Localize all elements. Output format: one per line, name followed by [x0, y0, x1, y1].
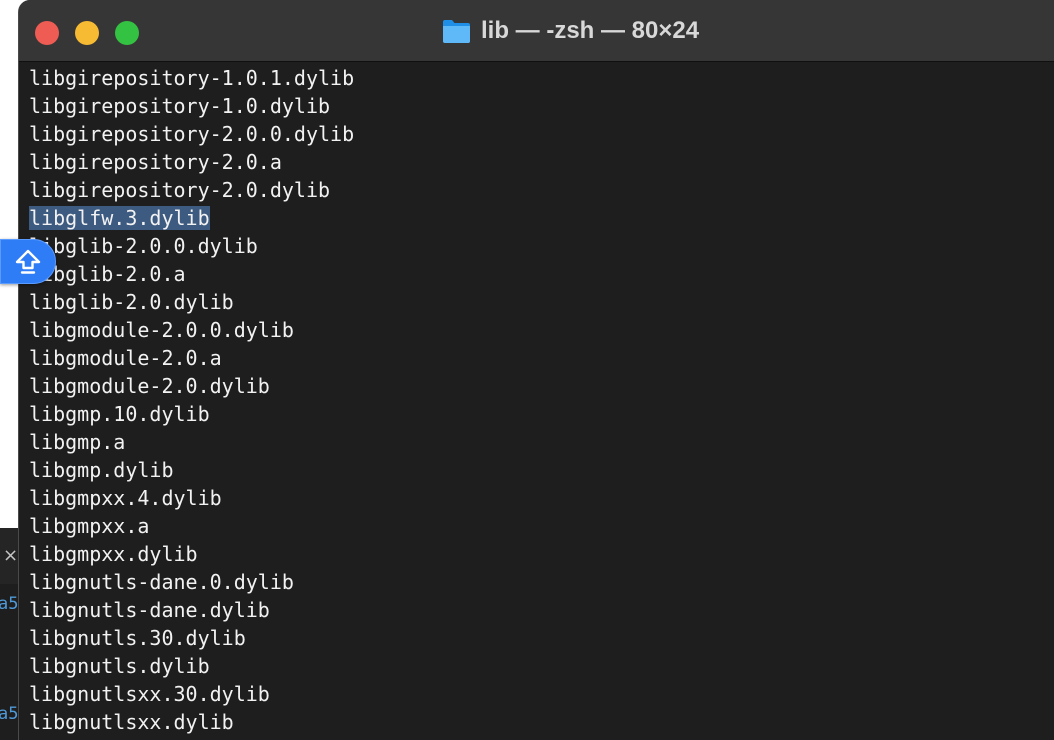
- terminal-line: libgmodule-2.0.0.dylib: [29, 316, 1054, 344]
- terminal-line: libgmpxx.a: [29, 512, 1054, 540]
- terminal-line: libgnutls.30.dylib: [29, 624, 1054, 652]
- upload-arrow-icon: [14, 249, 42, 275]
- floating-upload-button[interactable]: [0, 239, 56, 284]
- terminal-line: libgirepository-2.0.0.dylib: [29, 120, 1054, 148]
- terminal-line: libgnutlsxx.dylib: [29, 708, 1054, 736]
- terminal-line-text: libgnutls.dylib: [29, 654, 210, 678]
- terminal-line-text: libgnutls-dane.0.dylib: [29, 570, 294, 594]
- terminal-line: libgirepository-2.0.dylib: [29, 176, 1054, 204]
- terminal-line-text: libglfw.3.dylib: [29, 206, 210, 230]
- terminal-line: libgirepository-2.0.a: [29, 148, 1054, 176]
- background-tab-close-icon[interactable]: ×: [3, 546, 18, 566]
- terminal-line-text: libgmp.a: [29, 430, 126, 454]
- terminal-line: libgmp.dylib: [29, 456, 1054, 484]
- window-title: lib — -zsh — 80×24: [481, 17, 700, 44]
- terminal-line-text: libglib-2.0.dylib: [29, 290, 234, 314]
- terminal-line: libgnutlsxx.30.dylib: [29, 680, 1054, 708]
- terminal-line-text: libglib-2.0.0.dylib: [29, 234, 258, 258]
- terminal-line: libgmpxx.4.dylib: [29, 484, 1054, 512]
- minimize-button[interactable]: [75, 21, 99, 45]
- terminal-line-text: libgirepository-1.0.dylib: [29, 94, 331, 118]
- desktop: × a5 a5 lib — -zsh — 80×24 libgireposito…: [0, 0, 1054, 740]
- terminal-line-text: libgmodule-2.0.0.dylib: [29, 318, 294, 342]
- terminal-line-text: libgmpxx.dylib: [29, 542, 198, 566]
- terminal-line: libgmp.a: [29, 428, 1054, 456]
- terminal-line-text: libgmp.dylib: [29, 458, 174, 482]
- terminal-line-selected: libglfw.3.dylib: [29, 204, 1054, 232]
- folder-icon: [442, 18, 471, 44]
- terminal-line: libgnutls-dane.0.dylib: [29, 568, 1054, 596]
- terminal-line-text: libgirepository-2.0.a: [29, 150, 282, 174]
- terminal-line: libglib-2.0.0.dylib: [29, 232, 1054, 260]
- zoom-button[interactable]: [115, 21, 139, 45]
- terminal-line-text: libgirepository-2.0.dylib: [29, 178, 331, 202]
- terminal-line: libgmpxx.dylib: [29, 540, 1054, 568]
- terminal-line-text: libgmp.10.dylib: [29, 402, 210, 426]
- window-title-group: lib — -zsh — 80×24: [442, 16, 699, 46]
- terminal-line-text: libgnutlsxx.30.dylib: [29, 682, 270, 706]
- terminal-line: libglib-2.0.dylib: [29, 288, 1054, 316]
- terminal-line-text: libgmpxx.4.dylib: [29, 486, 222, 510]
- terminal-line-text: libgmpxx.a: [29, 514, 150, 538]
- terminal-line-text: libgmodule-2.0.a: [29, 346, 222, 370]
- terminal-line: libgnutls-dane.dylib: [29, 596, 1054, 624]
- terminal-line: libgmp.10.dylib: [29, 400, 1054, 428]
- terminal-window: lib — -zsh — 80×24 libgirepository-1.0.1…: [18, 0, 1054, 740]
- terminal-line: libgnutls.dylib: [29, 652, 1054, 680]
- terminal-line-text: libgnutls.30.dylib: [29, 626, 246, 650]
- terminal-line: libglib-2.0.a: [29, 260, 1054, 288]
- terminal-line-text: libgirepository-2.0.0.dylib: [29, 122, 355, 146]
- background-code-fragment: a5: [0, 594, 19, 614]
- terminal-line: libgirepository-1.0.1.dylib: [29, 64, 1054, 92]
- terminal-line-text: libgnutlsxx.dylib: [29, 710, 234, 734]
- close-button[interactable]: [35, 21, 59, 45]
- terminal-line-text: libgmodule-2.0.dylib: [29, 374, 270, 398]
- background-code-fragment: a5: [0, 704, 19, 724]
- terminal-line: libgmodule-2.0.a: [29, 344, 1054, 372]
- title-bar[interactable]: lib — -zsh — 80×24: [19, 0, 1054, 62]
- terminal-line-text: libgirepository-1.0.1.dylib: [29, 66, 355, 90]
- terminal-line: libgmodule-2.0.dylib: [29, 372, 1054, 400]
- terminal-output[interactable]: libgirepository-1.0.1.dylib libgireposito…: [29, 64, 1054, 736]
- terminal-line: libgirepository-1.0.dylib: [29, 92, 1054, 120]
- terminal-line-text: libgnutls-dane.dylib: [29, 598, 270, 622]
